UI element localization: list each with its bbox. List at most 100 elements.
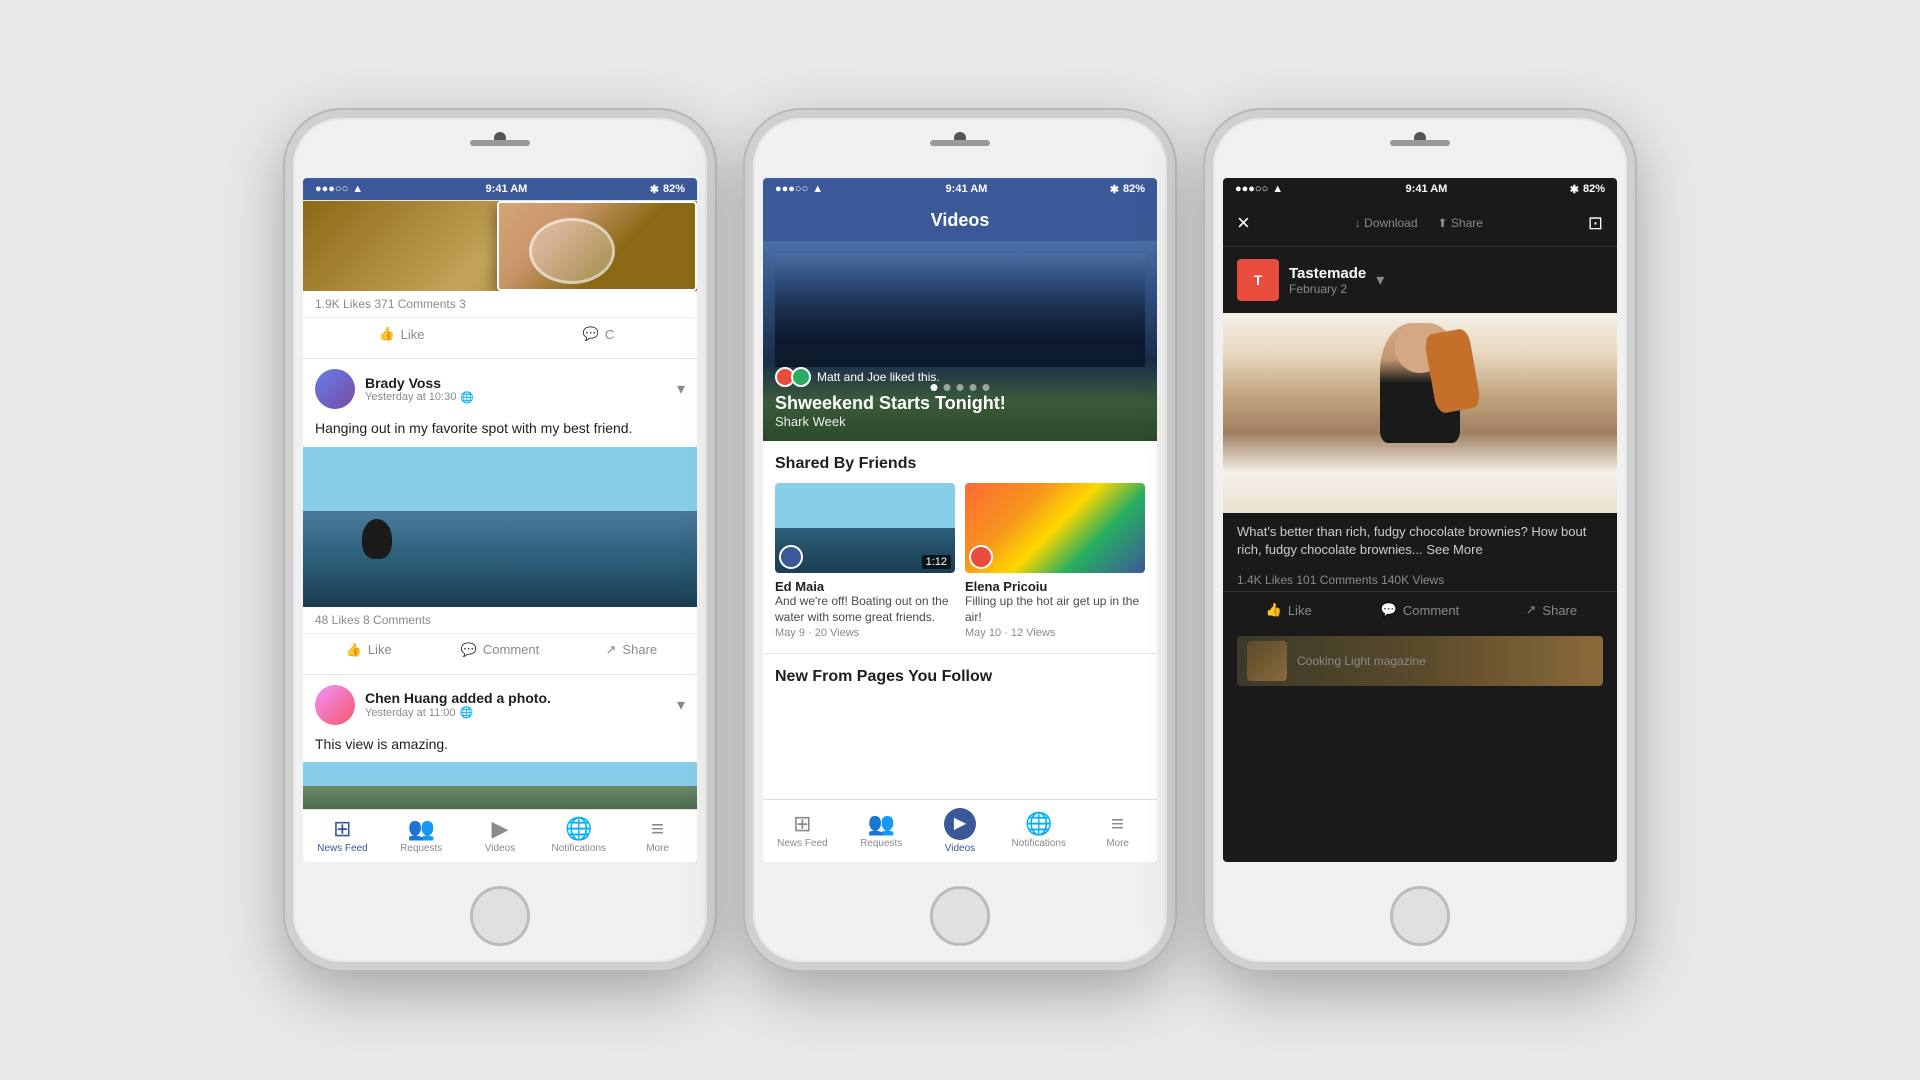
brady-name: Brady Voss — [365, 375, 667, 391]
chen-time: Yesterday at 11:00 🌐 — [365, 706, 667, 719]
brady-share-btn[interactable]: ↗ Share — [566, 634, 697, 666]
wifi-icon-3: ▲ — [1272, 183, 1283, 195]
share-icon-2: ↗ — [606, 642, 617, 658]
shared-videos-grid: 1:12 Ed Maia And we're off! Boating out … — [763, 483, 1157, 645]
prev-post-image — [303, 201, 697, 291]
page-details: Tastemade February 2 — [1289, 265, 1366, 296]
prev-like-btn[interactable]: 👍 Like — [303, 318, 500, 350]
ed-maia-desc: And we're off! Boating out on the water … — [775, 594, 955, 625]
ed-maia-video[interactable]: 1:12 Ed Maia And we're off! Boating out … — [775, 483, 955, 645]
more-icon-2: ≡ — [1111, 813, 1124, 835]
status-left-3: ●●●○○ ▲ — [1235, 183, 1283, 195]
newsfeed-icon-1: ⊞ — [333, 818, 351, 840]
dark-share-label: Share — [1542, 603, 1577, 618]
screen-content-1: 1.9K Likes 371 Comments 3 👍 Like 💬 C — [303, 200, 697, 809]
status-right-3: ✱ 82% — [1570, 183, 1605, 196]
ed-maia-name: Ed Maia — [775, 579, 955, 594]
notifications-icon-1: 🌐 — [565, 818, 592, 840]
cooking-light-label: Cooking Light magazine — [1297, 654, 1426, 668]
videos-title: Videos — [931, 210, 990, 231]
dark-like-btn[interactable]: 👍 Like — [1223, 592, 1354, 628]
woman-video-image — [1223, 313, 1617, 513]
wifi-icon-2: ▲ — [812, 183, 823, 195]
elena-meta: May 10 · 12 Views — [965, 627, 1145, 639]
fullscreen-btn[interactable]: ⊡ — [1588, 213, 1603, 234]
signal-3: ●●●○○ — [1235, 183, 1268, 195]
like-label-2: Like — [368, 642, 392, 657]
share-action[interactable]: ⬆ Share — [1438, 216, 1483, 230]
tastemade-logo: T — [1237, 259, 1279, 301]
brady-time: Yesterday at 10:30 🌐 — [365, 391, 667, 404]
bluetooth-icon-1: ✱ — [650, 183, 659, 196]
more-icon-1: ≡ — [651, 818, 664, 840]
phone-2: ●●●○○ ▲ 9:41 AM ✱ 82% Videos — [745, 110, 1175, 970]
close-btn[interactable]: × — [1237, 210, 1250, 236]
chen-chevron[interactable]: ▾ — [677, 695, 685, 715]
nav-more-label-2: More — [1106, 838, 1129, 849]
dark-share-btn[interactable]: ↗ Share — [1486, 592, 1617, 628]
nav-notifications-1[interactable]: 🌐 Notifications — [539, 810, 618, 862]
nav-notifications-label-1: Notifications — [552, 843, 606, 854]
chen-avatar — [315, 685, 355, 725]
liked-by-text: Matt and Joe liked this. — [817, 370, 940, 384]
dot-5 — [983, 384, 990, 391]
brady-comment-btn[interactable]: 💬 Comment — [434, 634, 565, 666]
elena-video[interactable]: Elena Pricoiu Filling up the hot air get… — [965, 483, 1145, 645]
nav-notifications-label-2: Notifications — [1012, 838, 1066, 849]
status-bar-1: ●●●○○ ▲ 9:41 AM ✱ 82% — [303, 178, 697, 200]
time-3: 9:41 AM — [1406, 183, 1448, 195]
nav-videos-1[interactable]: ▶ Videos — [461, 810, 540, 862]
brady-chevron[interactable]: ▾ — [677, 379, 685, 399]
dot-1 — [931, 384, 938, 391]
dark-comment-btn[interactable]: 💬 Comment — [1354, 592, 1485, 628]
chen-name: Chen Huang added a photo. — [365, 690, 667, 706]
brady-avatar — [315, 369, 355, 409]
dark-like-label: Like — [1288, 603, 1312, 618]
phone-3-home[interactable] — [1390, 886, 1450, 946]
wifi-icon-1: ▲ — [352, 183, 363, 195]
elena-desc: Filling up the hot air get up in the air… — [965, 594, 1145, 625]
next-video-row[interactable]: Cooking Light magazine — [1237, 636, 1603, 686]
dot-2 — [944, 384, 951, 391]
phone-speaker-3 — [1390, 140, 1450, 146]
requests-icon-2: 👥 — [867, 813, 894, 835]
hero-video-title: Shweekend Starts Tonight! — [775, 393, 1145, 414]
phone-speaker — [470, 140, 530, 146]
brady-like-btn[interactable]: 👍 Like — [303, 634, 434, 666]
nav-newsfeed-2[interactable]: ⊞ News Feed — [763, 800, 842, 862]
time-2: 9:41 AM — [946, 183, 988, 195]
phone-3: ●●●○○ ▲ 9:41 AM ✱ 82% × ↓ Download ⬆ Sha… — [1205, 110, 1635, 970]
prev-comment-btn[interactable]: 💬 C — [500, 318, 697, 350]
nav-newsfeed-1[interactable]: ⊞ News Feed — [303, 810, 382, 862]
nav-more-2[interactable]: ≡ More — [1078, 800, 1157, 862]
brady-stats: 48 Likes 8 Comments — [303, 607, 697, 633]
video-player[interactable] — [1223, 313, 1617, 513]
nav-videos-2[interactable]: ▶ Videos — [921, 800, 1000, 862]
hero-video[interactable]: Matt and Joe liked this. Shweekend Start… — [763, 241, 1157, 441]
page-date: February 2 — [1289, 282, 1366, 296]
dark-header: × ↓ Download ⬆ Share ⊡ — [1223, 200, 1617, 247]
dark-comment-label: Comment — [1403, 603, 1459, 618]
person-hair — [1423, 328, 1481, 415]
phone-1-home[interactable] — [470, 886, 530, 946]
status-left-2: ●●●○○ ▲ — [775, 183, 823, 195]
dark-header-actions: ↓ Download ⬆ Share — [1355, 216, 1483, 230]
shared-section-title: Shared By Friends — [763, 441, 1157, 483]
battery-2: 82% — [1123, 183, 1145, 195]
nav-more-1[interactable]: ≡ More — [618, 810, 697, 862]
comment-label: C — [605, 327, 614, 342]
dark-comment-icon: 💬 — [1381, 602, 1397, 618]
download-action[interactable]: ↓ Download — [1355, 216, 1418, 230]
nav-requests-1[interactable]: 👥 Requests — [382, 810, 461, 862]
nav-requests-2[interactable]: 👥 Requests — [842, 800, 921, 862]
woman-silhouette — [1380, 323, 1460, 443]
comment-icon: 💬 — [583, 326, 599, 342]
like-icon: 👍 — [378, 326, 394, 342]
signal-2: ●●●○○ — [775, 183, 808, 195]
phone-speaker-2 — [930, 140, 990, 146]
nav-requests-label-1: Requests — [400, 843, 442, 854]
nav-notifications-2[interactable]: 🌐 Notifications — [999, 800, 1078, 862]
brady-actions: 👍 Like 💬 Comment ↗ Share — [303, 633, 697, 666]
page-chevron[interactable]: ▾ — [1376, 270, 1384, 290]
phone-2-home[interactable] — [930, 886, 990, 946]
